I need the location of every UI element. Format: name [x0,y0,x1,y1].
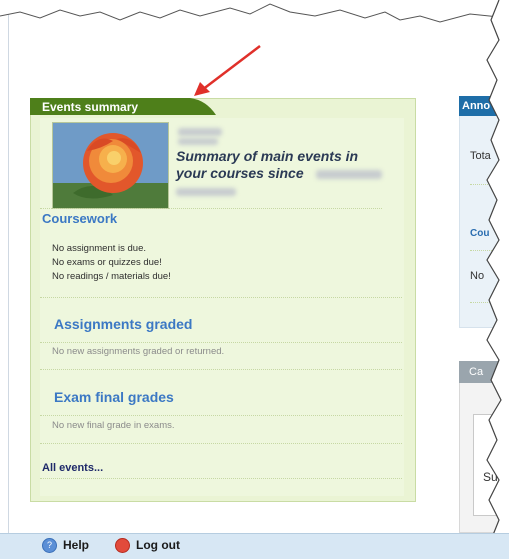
redacted-date [316,170,382,179]
divider [40,369,402,370]
coursework-item: No readings / materials due! [52,271,171,282]
assignments-graded-title[interactable]: Assignments graded [54,316,192,332]
coursework-item: No exams or quizzes due! [52,257,162,268]
logout-icon[interactable] [115,538,130,553]
torn-right-edge [486,0,509,558]
all-events-link[interactable]: All events... [42,462,103,474]
flower-image [52,122,169,209]
exam-final-grades-title[interactable]: Exam final grades [54,389,174,405]
coursework-title[interactable]: Coursework [42,211,117,226]
divider [40,208,382,209]
events-summary-title: Events summary [42,100,139,114]
divider [40,342,402,343]
assignments-graded-message: No new assignments graded or returned. [52,346,225,357]
exam-final-grades-message: No new final grade in exams. [52,420,175,431]
divider [40,297,402,298]
redacted-name [178,128,222,136]
window-left-edge [8,0,9,558]
red-arrow-icon [194,45,261,96]
divider [40,443,402,444]
help-icon[interactable]: ? [42,538,57,553]
logout-link[interactable]: Log out [136,538,180,552]
divider [40,478,402,479]
coursework-item: No assignment is due. [52,243,146,254]
help-link[interactable]: Help [63,538,89,552]
divider [40,415,402,416]
torn-top-edge [0,0,509,23]
events-summary-tab: Events summary [30,98,216,115]
redacted-name-2 [178,138,218,145]
redacted-date-2 [176,188,236,196]
